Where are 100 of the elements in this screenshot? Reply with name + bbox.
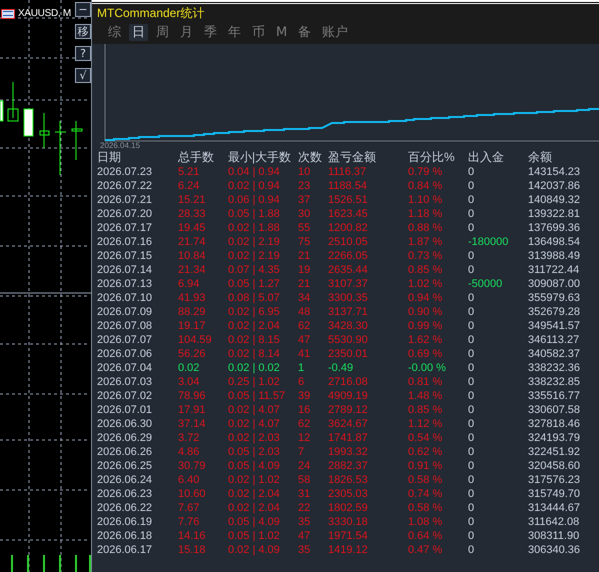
table-cell-text: 55 [298, 221, 312, 235]
table-cell-text: 327818.46 [528, 417, 581, 431]
table-cell-text: 2026.07.06 [97, 347, 154, 361]
table-cell-text: 2026.07.22 [97, 179, 154, 193]
table-cell-text: 338232.85 [528, 375, 581, 389]
period-tab[interactable]: 年 [225, 24, 244, 41]
table-cell-text: 0.94 % [408, 291, 444, 305]
table-cell-text: 0.05 | 1.27 [228, 277, 281, 291]
table-cell-text: 0.02 | 2.19 [228, 235, 281, 249]
table-cell-text: 0 [468, 333, 476, 347]
candle [72, 120, 82, 160]
period-tab[interactable]: 账户 [319, 24, 352, 41]
table-cell-text: 0 [468, 431, 476, 445]
table-cell-text: 6.24 [178, 179, 200, 193]
table-cell-text: 0.88 % [408, 221, 444, 235]
table-cell-text: -0.49 [328, 361, 354, 375]
period-tab[interactable]: 日 [129, 24, 148, 41]
table-cell-text: 0 [468, 403, 476, 417]
table-cell-text: 315749.70 [528, 487, 581, 501]
table-cell-text: 24 [298, 459, 312, 473]
table-cell-text: 3137.71 [328, 305, 369, 319]
table-cell-text: 0.84 % [408, 179, 444, 193]
table-cell-text: 142037.86 [528, 179, 581, 193]
period-tab[interactable]: 备 [295, 24, 314, 41]
table-cell-text: 0.58 % [408, 473, 444, 487]
table-cell-text: 75 [298, 235, 312, 249]
table-cell-text: 104.59 [178, 333, 213, 347]
table-cell-text: 0.85 % [408, 263, 444, 277]
table-cell-text: 1.18 % [408, 207, 444, 221]
table-cell-text: 62 [298, 417, 312, 431]
table-cell-text: 4.86 [178, 445, 200, 459]
table-cell-text: 41 [298, 347, 312, 361]
table-cell-text: 0.54 % [408, 431, 444, 445]
table-cell-text: 0 [468, 291, 476, 305]
table-cell-text: 0.05 | 4.09 [228, 515, 281, 529]
chart-tool-button[interactable]: − [75, 2, 91, 17]
table-cell-text: 143154.23 [528, 165, 581, 179]
chart-symbol-title: XAUUSD, M [18, 7, 71, 21]
table-cell-text: 1.62 % [408, 333, 444, 347]
table-cell-text: 2635.44 [328, 263, 369, 277]
table-cell-text: 2026.07.17 [97, 221, 154, 235]
table-cell-text: -180000 [468, 235, 510, 249]
table-cell-text: 3107.37 [328, 277, 369, 291]
table-cell-text: 338232.36 [528, 361, 581, 375]
table-cell-text: 1802.59 [328, 501, 369, 515]
table-cell-text: 1993.32 [328, 445, 369, 459]
table-cell-text: 313444.67 [528, 501, 581, 515]
table-cell-text: 0 [468, 487, 476, 501]
table-cell-text: 2026.07.02 [97, 389, 154, 403]
chart-tool-button[interactable]: 移 [75, 24, 91, 39]
table-cell-text: 355979.63 [528, 291, 581, 305]
table-cell-text: 0 [468, 165, 476, 179]
table-cell-text: 0.04 | 0.94 [228, 165, 281, 179]
table-cell-text: 0.05 | 1.88 [228, 207, 281, 221]
column-header: 盈亏金额 [328, 150, 377, 165]
table-cell-text: 21.74 [178, 235, 207, 249]
table-cell-text: 0 [468, 543, 476, 557]
table-cell-text: 12 [298, 431, 312, 445]
candle [24, 108, 34, 136]
period-tab[interactable]: M [273, 24, 290, 41]
table-cell-text: 0.58 % [408, 501, 444, 515]
candle [0, 100, 4, 122]
table-cell-text: 10 [298, 165, 312, 179]
period-tab[interactable]: 币 [249, 24, 268, 41]
chart-tool-button[interactable]: √ [75, 68, 91, 83]
table-cell-text: 0.02 | 0.94 [228, 179, 281, 193]
table-cell-text: 0.02 | 2.04 [228, 501, 281, 515]
table-cell-text: 48 [298, 305, 312, 319]
period-tab[interactable]: 季 [201, 24, 220, 41]
table-cell-text: 1.87 % [408, 235, 444, 249]
table-cell-text: 0.02 | 8.14 [228, 347, 281, 361]
table-cell-text: 2026.07.10 [97, 291, 154, 305]
chart-tool-button[interactable]: ? [75, 46, 91, 61]
table-cell-text: 0 [468, 529, 476, 543]
table-cell-text: 1.10 % [408, 193, 444, 207]
table-cell-text: 1826.53 [328, 473, 369, 487]
table-cell-text: 0.08 | 5.07 [228, 291, 281, 305]
table-cell-text: 15.18 [178, 543, 207, 557]
table-cell-text: 2026.06.29 [97, 431, 154, 445]
table-cell-text: 1188.54 [328, 179, 368, 193]
table-cell-text: 2026.06.23 [97, 487, 154, 501]
table-cell-text: 28.33 [178, 207, 207, 221]
table-cell-text: 0 [468, 305, 476, 319]
table-cell-text: 0.25 | 1.02 [228, 375, 281, 389]
table-cell-text: 340582.37 [528, 347, 581, 361]
table-cell-text: 0 [468, 179, 476, 193]
table-cell-text: 0 [468, 473, 476, 487]
period-tab[interactable]: 周 [153, 24, 172, 41]
table-cell-text: 0.81 % [408, 375, 444, 389]
period-tab[interactable]: 月 [177, 24, 196, 41]
table-cell-text: 37 [298, 193, 312, 207]
table-cell-text: 306340.36 [528, 543, 581, 557]
period-tab[interactable]: 综 [105, 24, 124, 41]
table-cell-text: 2026.06.26 [97, 445, 154, 459]
table-cell-text: 335516.77 [528, 389, 581, 403]
table-cell-text: 1.08 % [408, 515, 444, 529]
chart-start-date: 2026.04.15 [100, 142, 140, 150]
table-cell-text: 1116.37 [328, 165, 368, 179]
table-cell-text: 0.07 | 4.35 [228, 263, 281, 277]
table-cell-text: 6.94 [178, 277, 200, 291]
